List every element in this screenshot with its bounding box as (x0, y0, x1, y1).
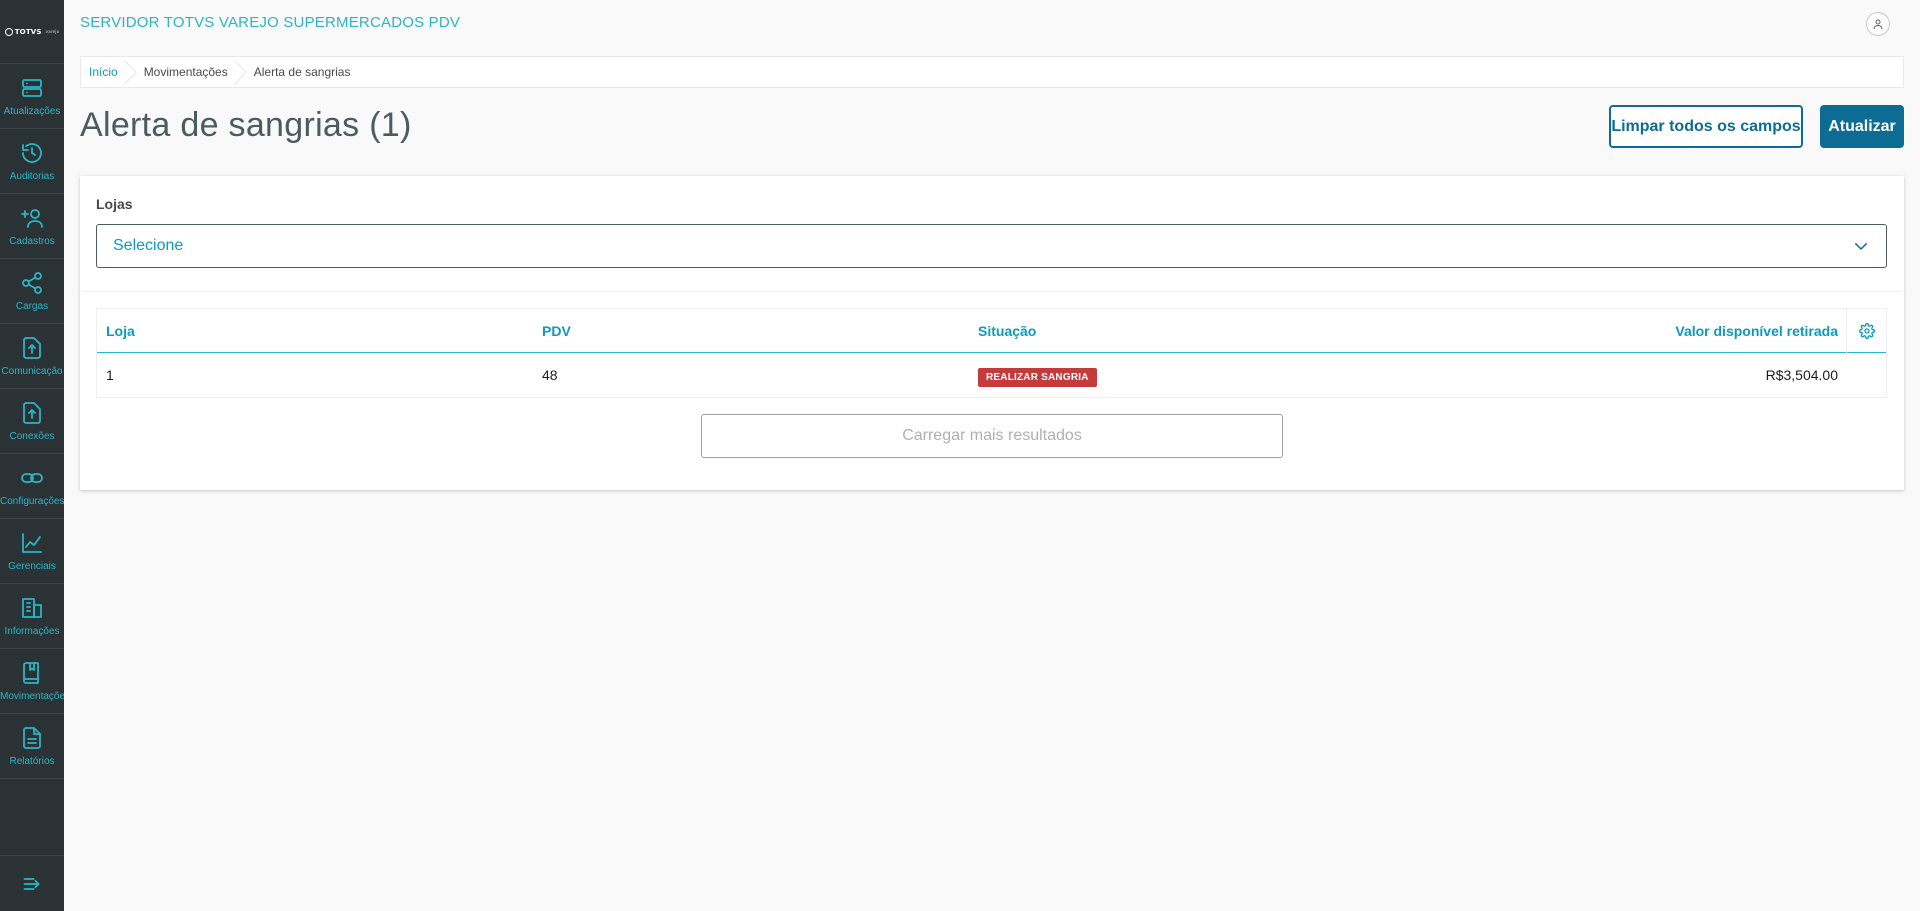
sidebar-item-cargas[interactable]: Cargas (0, 259, 64, 324)
lojas-select[interactable]: Selecione (96, 224, 1887, 268)
sidebar-collapse-button[interactable] (0, 855, 64, 911)
status-badge: REALIZAR SANGRIA (978, 368, 1097, 387)
sidebar-item-atualizacoes[interactable]: Atualizações (0, 64, 64, 129)
sidebar-item-configuracoes[interactable]: Configurações (0, 454, 64, 519)
filter-card: Lojas Selecione (80, 176, 1904, 292)
share-icon (22, 271, 42, 294)
cell-situacao: REALIZAR SANGRIA (978, 367, 1097, 387)
sidebar-item-auditorias[interactable]: Auditorias (0, 129, 64, 194)
sidebar-item-label: Conexões (9, 430, 55, 442)
upload-file-icon (23, 336, 41, 359)
sidebar-item-label: Comunicação (1, 365, 63, 377)
logo-text: TOTVS (14, 27, 42, 36)
gear-icon (1858, 323, 1875, 339)
sidebar-item-label: Auditorias (9, 170, 55, 182)
sidebar-item-movimentacoes[interactable]: Movimentações (0, 649, 64, 714)
server-icon (22, 78, 42, 97)
sidebar-item-cadastros[interactable]: Cadastros (0, 194, 64, 259)
column-header-loja[interactable]: Loja (106, 323, 135, 339)
breadcrumb-current: Alerta de sangrias (253, 65, 351, 79)
sidebar-item-label: Informações (4, 625, 60, 637)
chart-icon (22, 532, 42, 553)
sidebar: TOTVS varejo Atualizações Auditorias Cad… (0, 0, 64, 911)
book-icon (23, 661, 39, 684)
column-header-valor[interactable]: Valor disponível retirada (1675, 323, 1838, 339)
sidebar-item-relatorios[interactable]: Relatórios (0, 714, 64, 779)
breadcrumb: Início Movimentações Alerta de sangrias (80, 56, 1904, 88)
table-settings-button[interactable] (1846, 309, 1886, 353)
building-icon (22, 597, 42, 618)
profile-button[interactable] (1866, 12, 1890, 36)
page-title: Alerta de sangrias (1) (80, 106, 412, 144)
history-icon (22, 142, 42, 163)
clear-all-fields-button[interactable]: Limpar todos os campos (1609, 105, 1803, 148)
table-row[interactable]: 1 48 REALIZAR SANGRIA R$3,504.00 (97, 353, 1886, 397)
column-header-situacao[interactable]: Situação (978, 323, 1036, 339)
app-title: SERVIDOR TOTVS VAREJO SUPERMERCADOS PDV (80, 14, 461, 31)
results-card: Loja PDV Situação Valor disponível retir… (80, 292, 1904, 490)
sidebar-item-informacoes[interactable]: Informações (0, 584, 64, 649)
sidebar-item-label: Gerenciais (8, 560, 56, 572)
sidebar-item-label: Atualizações (3, 105, 61, 117)
document-icon (23, 726, 41, 749)
load-more-button[interactable]: Carregar mais resultados (701, 414, 1283, 458)
lojas-select-value: Selecione (113, 237, 184, 254)
sidebar-item-label: Configurações (0, 495, 64, 507)
sidebar-item-label: Cadastros (9, 235, 55, 247)
sidebar-nav: Atualizações Auditorias Cadastros Cargas… (0, 64, 64, 779)
user-icon (1873, 19, 1883, 30)
cell-pdv: 48 (542, 367, 558, 383)
sidebar-item-comunicacao[interactable]: Comunicação (0, 324, 64, 389)
sidebar-item-label: Movimentações (0, 690, 64, 702)
lojas-label: Lojas (96, 196, 133, 212)
breadcrumb-inicio[interactable]: Início (81, 57, 130, 87)
cell-valor: R$3,504.00 (1765, 367, 1838, 383)
user-plus-icon (21, 208, 43, 228)
logo-subtext: varejo (45, 29, 60, 34)
link-icon (21, 472, 43, 483)
refresh-button[interactable]: Atualizar (1820, 105, 1904, 148)
sidebar-item-label: Relatórios (9, 755, 55, 767)
sidebar-item-conexoes[interactable]: Conexões (0, 389, 64, 454)
sidebar-item-label: Cargas (15, 300, 49, 312)
cell-loja: 1 (106, 367, 114, 383)
table-header: Loja PDV Situação Valor disponível retir… (97, 309, 1886, 353)
sidebar-item-gerenciais[interactable]: Gerenciais (0, 519, 64, 584)
chevron-down-icon (1855, 243, 1867, 250)
column-header-pdv[interactable]: PDV (542, 323, 571, 339)
upload-file-icon (23, 401, 41, 424)
results-table: Loja PDV Situação Valor disponível retir… (96, 308, 1887, 398)
menu-collapse-icon (23, 877, 40, 890)
totvs-logo[interactable]: TOTVS varejo (0, 0, 64, 64)
breadcrumb-movimentacoes[interactable]: Movimentações (130, 57, 240, 87)
logo-circle-icon (4, 27, 13, 36)
